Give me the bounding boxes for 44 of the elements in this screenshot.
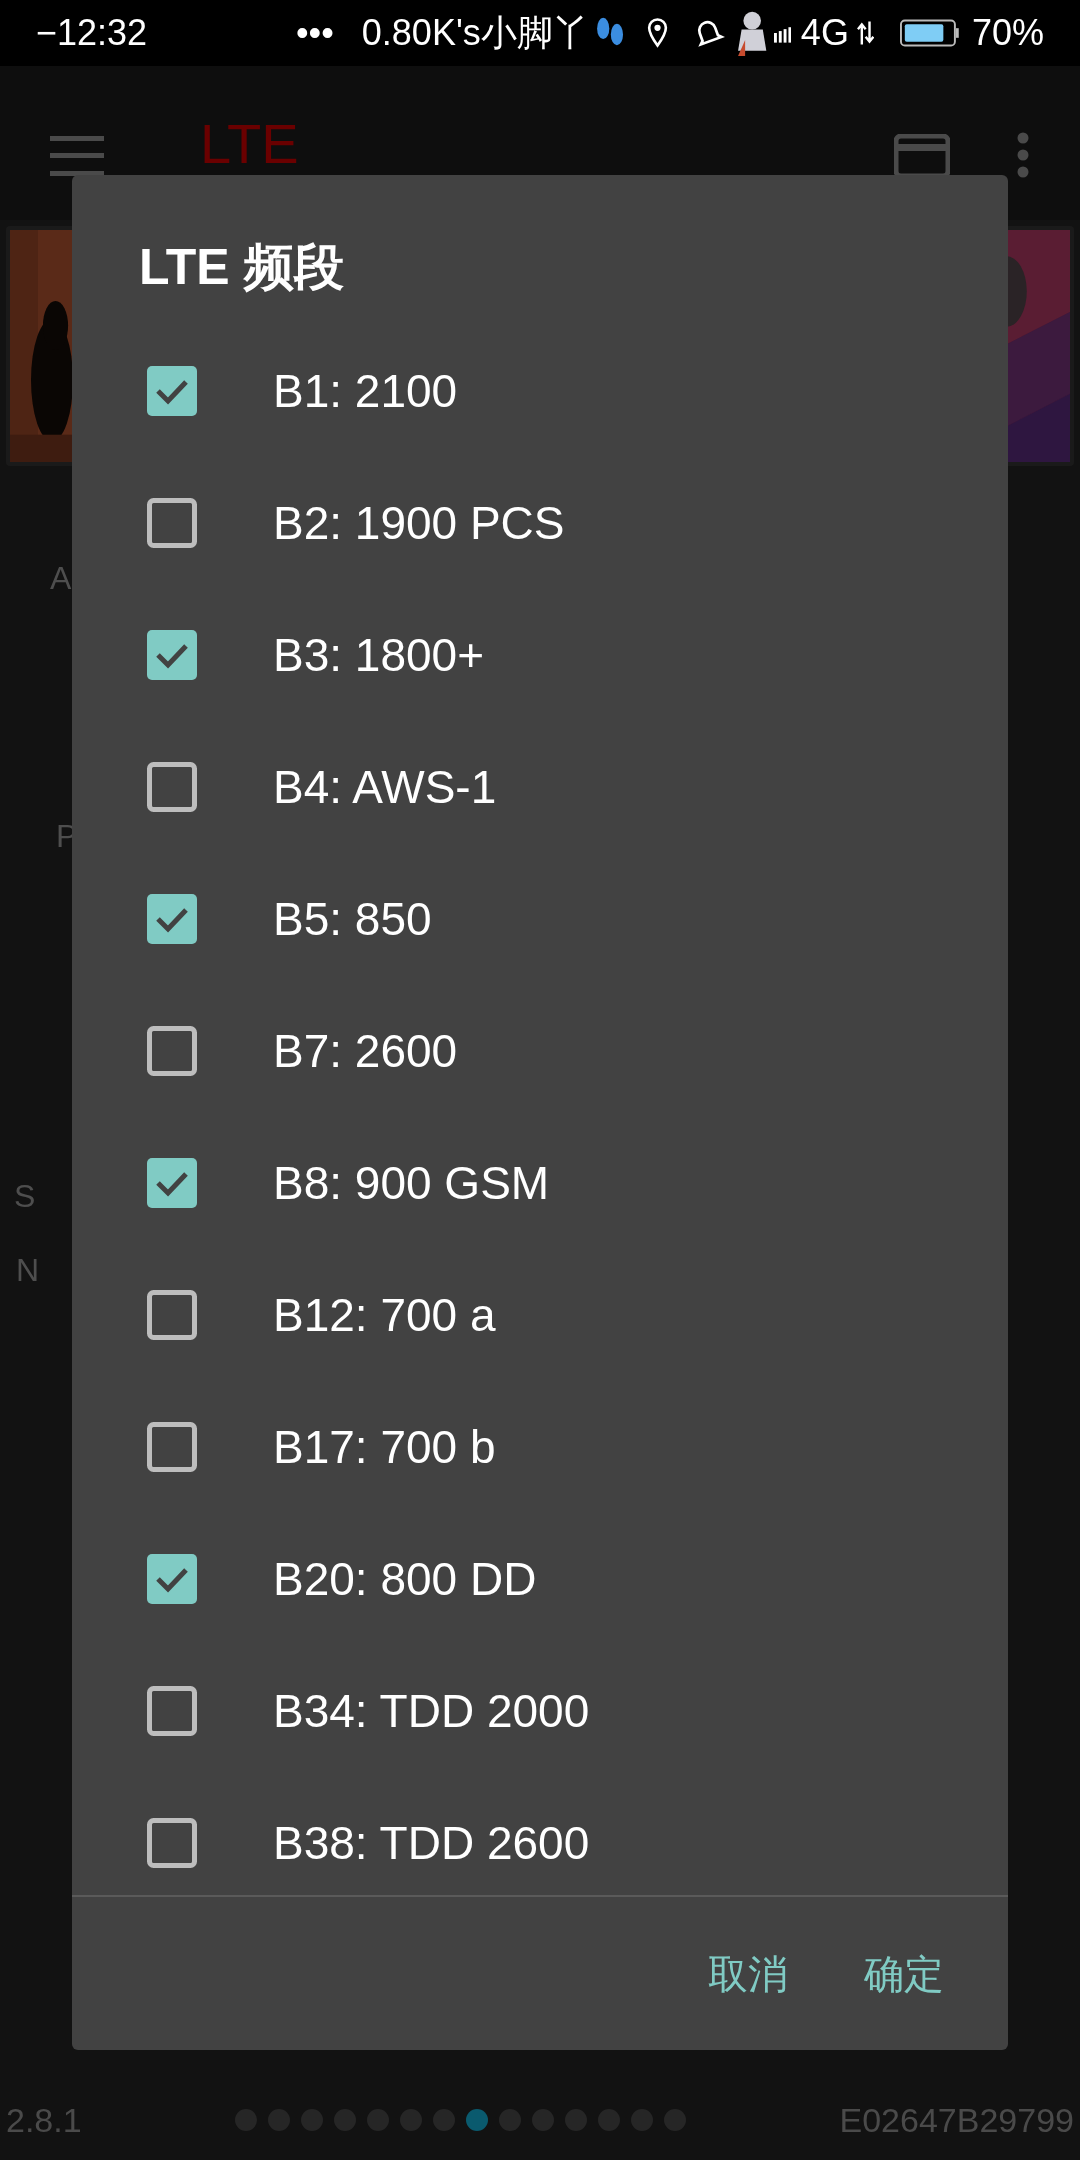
card-icon[interactable] — [894, 134, 950, 178]
device-id: E02647B29799 — [839, 2099, 1074, 2141]
dialog-title: LTE 频段 — [139, 239, 344, 295]
battery-percent: 70% — [971, 11, 1044, 55]
carrier-name: 小脚丫 — [480, 11, 589, 55]
menu-icon[interactable] — [50, 136, 104, 176]
notification-dots: ••• — [296, 11, 334, 55]
network-speed: 0.80K's — [361, 11, 481, 55]
band-option-label[interactable]: B34: TDD 2000 — [273, 1676, 590, 1746]
band-option-label[interactable]: B1: 2100 — [273, 356, 458, 426]
checkbox[interactable] — [147, 498, 197, 548]
checkbox[interactable] — [147, 1818, 197, 1868]
background-label: S — [14, 1177, 36, 1216]
checkbox[interactable] — [147, 630, 197, 680]
data-arrows-icon — [856, 19, 875, 47]
checkbox[interactable] — [147, 762, 197, 812]
clock: −12:32 — [36, 11, 149, 55]
checkbox[interactable] — [147, 1554, 197, 1604]
checkbox[interactable] — [147, 1686, 197, 1736]
band-option-label[interactable]: B4: AWS-1 — [273, 752, 497, 822]
background-label: A — [50, 559, 72, 598]
checkbox[interactable] — [147, 1158, 197, 1208]
band-option-label[interactable]: B38: TDD 2600 — [273, 1808, 590, 1878]
band-option-label[interactable]: B5: 850 — [273, 884, 432, 954]
band-option-label[interactable]: B2: 1900 PCS — [273, 488, 565, 558]
band-option-label[interactable]: B17: 700 b — [273, 1412, 496, 1482]
band-option-label[interactable]: B12: 700 a — [273, 1280, 496, 1350]
checkbox[interactable] — [147, 1026, 197, 1076]
cancel-button[interactable]: 取消 — [698, 1933, 798, 2014]
band-option-label[interactable]: B7: 2600 — [273, 1016, 458, 1086]
version-label: 2.8.1 — [6, 2099, 82, 2141]
checkbox[interactable] — [147, 894, 197, 944]
app-title: LTE — [200, 114, 299, 174]
confirm-button[interactable]: 确定 — [854, 1933, 954, 2014]
background-label: N — [16, 1251, 40, 1290]
checkbox[interactable] — [147, 366, 197, 416]
battery-icon — [900, 19, 960, 47]
band-option-label[interactable]: B3: 1800+ — [273, 620, 485, 690]
band-option-label[interactable]: B8: 900 GSM — [273, 1148, 550, 1218]
network-type: 4G — [800, 11, 849, 55]
checkbox[interactable] — [147, 1290, 197, 1340]
more-options-icon[interactable] — [1016, 132, 1030, 178]
band-option-label[interactable]: B20: 800 DD — [273, 1544, 537, 1614]
checkbox[interactable] — [147, 1422, 197, 1472]
